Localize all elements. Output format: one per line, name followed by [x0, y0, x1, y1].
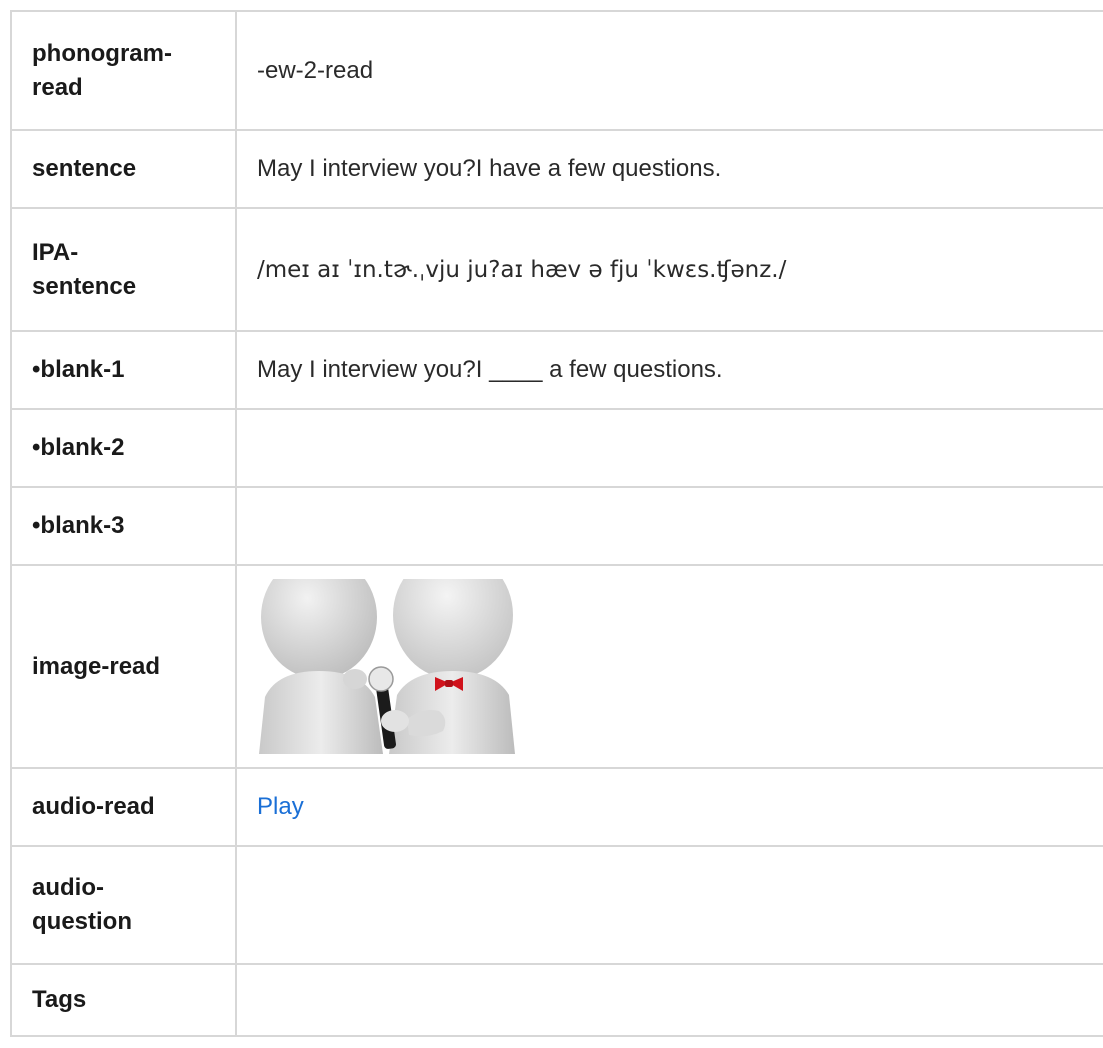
- field-label: sentence: [10, 129, 237, 209]
- field-value: [235, 564, 1103, 769]
- field-label: Tags: [10, 963, 237, 1037]
- field-label-text: sentence: [32, 155, 137, 182]
- field-row-audio-read: audio-read Play: [10, 767, 1103, 847]
- field-value: [235, 845, 1103, 965]
- field-value-text: May I interview you?I ____ a few questio…: [257, 356, 723, 383]
- field-row-blank-3: •blank-3: [10, 486, 1103, 566]
- field-value: May I interview you?I have a few questio…: [235, 129, 1103, 209]
- field-label-text: •blank-3: [32, 512, 125, 539]
- field-label-text: •blank-2: [32, 434, 125, 461]
- field-label: image-read: [10, 564, 237, 769]
- field-row-audio-question: audio- question: [10, 845, 1103, 965]
- field-value: Play: [235, 767, 1103, 847]
- field-label-text: image-read: [32, 652, 161, 680]
- field-value-text: -ew-2-read: [257, 56, 374, 84]
- field-value: [235, 963, 1103, 1037]
- field-row-blank-1: •blank-1 May I interview you?I ____ a fe…: [10, 330, 1103, 410]
- field-row-image-read: image-read: [10, 564, 1103, 769]
- field-label: audio-read: [10, 767, 237, 847]
- field-row-tags: Tags: [10, 963, 1103, 1037]
- field-row-blank-2: •blank-2: [10, 408, 1103, 488]
- field-row-phonogram-read: phonogram- read -ew-2-read: [10, 10, 1103, 131]
- field-value: /meɪ aɪ ˈɪn.tɚ.ˌvju ju?aɪ hæv ə fju ˈkwɛ…: [235, 207, 1103, 332]
- field-label: audio- question: [10, 845, 237, 965]
- field-value: -ew-2-read: [235, 10, 1103, 131]
- field-value-text: May I interview you?I have a few questio…: [257, 155, 722, 182]
- field-label-text: •blank-1: [32, 356, 125, 383]
- field-label-text: audio- question: [32, 874, 132, 935]
- play-audio-link[interactable]: Play: [257, 793, 304, 820]
- interview-illustration: [257, 579, 515, 754]
- field-label: •blank-3: [10, 486, 237, 566]
- field-label: phonogram- read: [10, 10, 237, 131]
- field-row-sentence: sentence May I interview you?I have a fe…: [10, 129, 1103, 209]
- field-label: IPA- sentence: [10, 207, 237, 332]
- field-label-text: phonogram- read: [32, 39, 172, 101]
- field-label-text: IPA- sentence: [32, 238, 137, 300]
- field-label: •blank-1: [10, 330, 237, 410]
- field-label-text: audio-read: [32, 793, 155, 820]
- note-fields-table: phonogram- read -ew-2-read sentence May …: [10, 10, 1103, 1037]
- field-value: [235, 486, 1103, 566]
- field-value: [235, 408, 1103, 488]
- field-row-ipa-sentence: IPA- sentence /meɪ aɪ ˈɪn.tɚ.ˌvju ju?aɪ …: [10, 207, 1103, 332]
- field-value: May I interview you?I ____ a few questio…: [235, 330, 1103, 410]
- field-value-text: /meɪ aɪ ˈɪn.tɚ.ˌvju ju?aɪ hæv ə fju ˈkwɛ…: [257, 256, 787, 283]
- field-label-text: Tags: [32, 986, 87, 1013]
- field-label: •blank-2: [10, 408, 237, 488]
